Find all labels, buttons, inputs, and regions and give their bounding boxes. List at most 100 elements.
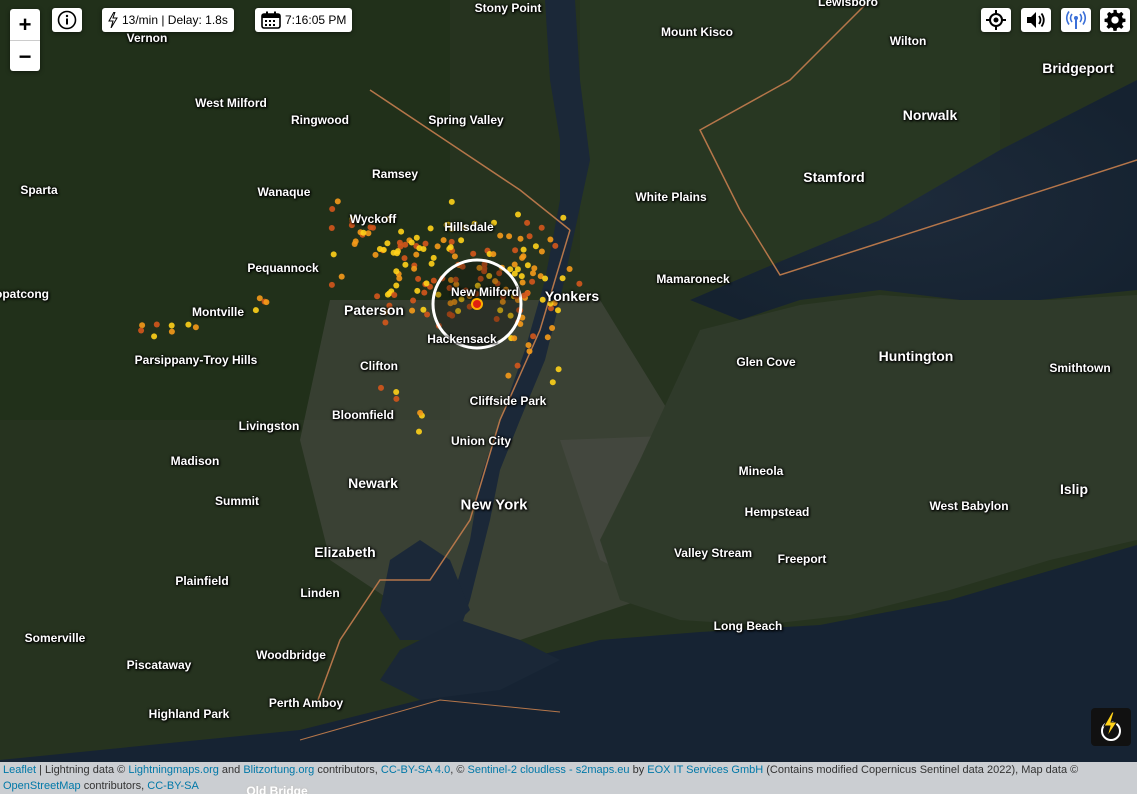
strike-dot [461,224,468,231]
strike-dot [393,395,400,402]
strike-dot [524,290,531,297]
speaker-icon [1027,12,1045,28]
strike-dot [559,275,566,282]
strike-dot [448,198,455,205]
map-attribution: Leaflet | Lightning data © Lightningmaps… [0,762,1137,794]
zoom-out-button[interactable]: − [10,40,40,71]
strike-dot [427,225,434,232]
strike-dot [393,389,400,395]
locate-button[interactable] [981,8,1011,32]
strike-dot [423,280,430,287]
time-display[interactable]: 7:16:05 PM [255,8,353,32]
strike-dot [525,342,532,349]
strike-dot [538,248,545,255]
crosshair-icon [986,10,1006,30]
attribution-text: by [629,764,648,776]
strike-dot [532,243,539,250]
strike-dot [542,275,549,282]
strike-dot [396,239,403,246]
attribution-text: contributors, [80,780,148,792]
eox-link[interactable]: EOX IT Services GmbH [647,764,763,776]
cc-by-sa-4-link[interactable]: CC-BY-SA 4.0 [381,764,450,776]
strike-dot [402,261,409,268]
strike-dot [447,244,454,251]
strike-dot [252,307,259,314]
info-button[interactable] [52,8,82,32]
strike-dot [515,211,521,218]
strike-dot [408,239,415,246]
strike-dot [520,253,527,260]
strike-dot [360,229,367,236]
sentinel-link[interactable]: Sentinel-2 cloudless - s2maps.eu [467,764,629,776]
strike-dot [168,328,175,335]
strike-dot [390,249,397,256]
strike-dot [370,224,376,231]
strike-dot [560,214,567,221]
strike-dot [376,246,383,252]
map-canvas[interactable]: Stony Point Lewisboro Vernon Mount Kisco Wil… [0,0,1137,794]
strike-dot [393,282,400,289]
strike-rate-display[interactable]: 13/min | Delay: 1.8s [102,8,234,32]
bolt-icon [108,12,118,28]
strike-dot [448,225,455,232]
strike-dot [328,225,335,231]
strike-dot [393,268,400,275]
attribution-text: and [218,764,244,776]
strike-dot [413,251,420,258]
strike-dot [497,232,504,239]
strike-dot [168,322,175,329]
strike-dot [421,289,428,296]
lightning-logo[interactable] [1091,708,1131,746]
strike-dot [428,260,435,267]
lightningmaps-link[interactable]: Lightningmaps.org [128,764,219,776]
attribution-text: (Contains modified Copernicus Sentinel d… [763,764,1079,776]
strike-dot [409,307,416,314]
strike-dot [413,234,420,241]
strike-dot [471,220,478,227]
strike-dot [192,324,199,331]
strike-dot [338,273,345,280]
strike-dot [330,251,337,258]
osm-link[interactable]: OpenStreetMap [3,780,81,792]
strike-dot [410,297,417,304]
strike-dot [448,238,455,245]
strike-dot [349,218,356,225]
strike-dot [539,296,546,303]
strike-dot [334,198,341,205]
cc-by-sa-link[interactable]: CC-BY-SA [147,780,199,792]
strike-dot [151,333,158,340]
strike-dot [420,306,427,313]
sound-button[interactable] [1021,8,1051,32]
strike-dot [512,247,519,254]
strike-dot [382,309,389,316]
settings-button[interactable] [1100,8,1130,32]
current-strike-marker [471,298,483,310]
strike-dot [430,277,437,284]
strike-dot [352,238,359,245]
strike-dot [555,366,562,373]
strike-dot [511,270,518,277]
strike-dot [424,311,431,318]
strike-dot [526,233,533,240]
strike-dot [396,275,403,282]
strike-dot [384,240,391,247]
strike-dot [520,246,527,253]
strike-dot [526,348,533,355]
stations-button[interactable] [1061,8,1091,32]
strike-dot [544,334,551,341]
strike-dot [511,261,518,268]
strike-dot [566,266,573,272]
strike-dot [491,219,497,226]
strike-dot [185,321,192,328]
strike-dot [417,409,424,416]
zoom-in-button[interactable]: + [10,9,40,40]
strike-dot [576,280,583,287]
strike-dot [378,384,384,391]
satellite-basemap [0,0,1137,794]
blitzortung-link[interactable]: Blitzortung.org [243,764,314,776]
strike-dot [517,235,524,242]
attribution-text: | Lightning data © [36,764,129,776]
leaflet-link[interactable]: Leaflet [3,764,36,776]
gear-icon [1104,9,1126,31]
time-text: 7:16:05 PM [285,13,347,27]
